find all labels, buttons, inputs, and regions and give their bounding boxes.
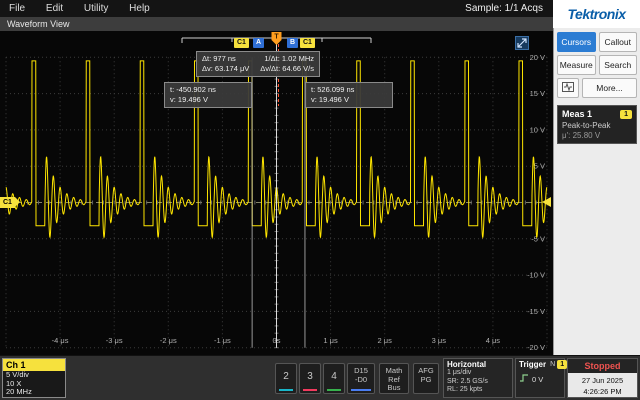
cursor-b-badge[interactable]: B <box>287 38 299 48</box>
y-tick-label: 20 V <box>530 53 545 62</box>
measure-button[interactable]: Measure <box>557 55 596 75</box>
clock-date: 27 Jun 2025 <box>581 376 624 385</box>
trigger-settings[interactable]: Trigger N 1 0 V <box>515 358 568 398</box>
meas-badge: 1 <box>620 109 632 119</box>
x-tick-label: 2 μs <box>378 336 393 345</box>
waveform-display[interactable]: -4 μs-3 μs-2 μs-1 μs0s1 μs2 μs3 μs4 μs20… <box>0 31 553 355</box>
cursor-a-source-badge[interactable]: C1 <box>234 38 249 48</box>
cursor-a-readout[interactable]: t: -450.902 ns v: 19.496 V <box>164 82 252 108</box>
graticule-svg: -4 μs-3 μs-2 μs-1 μs0s1 μs2 μs3 μs4 μs20… <box>5 32 548 352</box>
channel-1-bandwidth: 20 MHz <box>6 387 32 396</box>
waveform-view-header: Waveform View <box>0 17 553 31</box>
x-tick-label: -2 μs <box>160 336 177 345</box>
horizontal-settings[interactable]: Horizontal 1 μs/div SR: 2.5 GS/s RL: 25 … <box>443 358 513 398</box>
digital-label-line2: -D0 <box>354 374 368 384</box>
clock-time: 4:26:26 PM <box>583 387 622 396</box>
trigger-level-arrow[interactable] <box>542 197 551 207</box>
delta-v-value: Δv: 63.174 μV <box>202 64 250 73</box>
channel-4-button[interactable]: 4 <box>323 363 345 394</box>
trigger-mode: N <box>550 361 556 368</box>
bus-label: Bus <box>387 383 401 392</box>
acquisition-state: Stopped <box>584 361 621 371</box>
menu-utility[interactable]: Utility <box>75 0 117 17</box>
cursor-b-voltage: v: 19.496 V <box>311 95 349 104</box>
more-button[interactable]: More... <box>582 78 637 98</box>
cursor-a-badge[interactable]: A <box>253 38 265 48</box>
channel-4-color-strip <box>327 389 341 391</box>
horizontal-record-length: RL: 25 kpts <box>447 386 483 393</box>
oscilloscope-screen: File Edit Utility Help Sample: 1/1 Acqs … <box>0 0 640 400</box>
channel-3-color-strip <box>303 389 317 391</box>
meas-title: Meas 1 <box>562 109 593 119</box>
expand-view-icon[interactable] <box>515 36 529 50</box>
digital-channels-button[interactable]: D15 -D0 <box>347 363 375 394</box>
x-tick-label: -4 μs <box>52 336 69 345</box>
channel-2-color-strip <box>279 389 293 391</box>
y-tick-label: 10 V <box>530 125 545 134</box>
channel-2-label: 2 <box>283 371 289 382</box>
x-tick-label: -3 μs <box>106 336 123 345</box>
sample-status: Sample: 1/1 Acqs <box>465 3 543 14</box>
y-tick-label: -5 V <box>531 234 545 243</box>
channel-1-ground-marker[interactable]: C1 <box>0 197 20 208</box>
horizontal-sample-rate: SR: 2.5 GS/s <box>447 377 488 385</box>
channel-3-button[interactable]: 3 <box>299 363 321 394</box>
trigger-flag-label: T <box>274 34 279 41</box>
scope-display-icon <box>562 82 574 94</box>
acquisition-status[interactable]: Stopped 27 Jun 2025 4:26:26 PM <box>567 358 638 398</box>
meas-value: μ': 25.80 V <box>562 131 601 140</box>
inverse-delta-t-value: 1/Δt: 1.02 MHz <box>264 54 314 63</box>
settings-bar: Ch 1 5 V/div 10 X 20 MHz 2 3 4 D15 -D0 M… <box>0 355 640 400</box>
menu-bar: File Edit Utility Help Sample: 1/1 Acqs <box>0 0 553 17</box>
x-tick-label: 3 μs <box>432 336 447 345</box>
menu-edit[interactable]: Edit <box>37 0 72 17</box>
clock: 27 Jun 2025 4:26:26 PM <box>568 373 637 397</box>
cursors-button[interactable]: Cursors <box>557 32 596 52</box>
callout-button[interactable]: Callout <box>598 32 637 52</box>
scope-display-icon-button[interactable] <box>557 78 579 98</box>
menu-help[interactable]: Help <box>120 0 159 17</box>
pg-label: PG <box>420 374 432 384</box>
channel-2-button[interactable]: 2 <box>275 363 297 394</box>
trigger-flag-pointer <box>271 40 282 45</box>
channel-1-badge[interactable]: Ch 1 5 V/div 10 X 20 MHz <box>2 358 66 398</box>
y-tick-label: 15 V <box>530 89 545 98</box>
channel-3-label: 3 <box>307 371 313 382</box>
y-tick-label: 5 V <box>534 162 545 171</box>
measurement-card[interactable]: Meas 1 1 Peak-to-Peak μ': 25.80 V <box>557 105 637 144</box>
channel-4-label: 4 <box>331 371 337 382</box>
digital-color-strip <box>351 389 371 391</box>
afg-pg-button[interactable]: AFG PG <box>413 363 439 394</box>
delta-v-over-t-value: Δv/Δt: 64.66 V/s <box>260 64 314 73</box>
search-button[interactable]: Search <box>598 55 637 75</box>
waveform-view-title: Waveform View <box>7 19 70 29</box>
trigger-source-badge: 1 <box>557 360 568 369</box>
meas-type: Peak-to-Peak <box>562 121 611 130</box>
cursor-a-time: t: -450.902 ns <box>170 85 216 94</box>
cursor-delta-readout[interactable]: Δt: 977 ns 1/Δt: 1.02 MHz Δv: 63.174 μV … <box>196 51 320 77</box>
y-tick-label: -15 V <box>527 307 545 316</box>
y-tick-label: -10 V <box>527 271 545 280</box>
horizontal-title: Horizontal <box>447 360 487 369</box>
cursor-b-readout[interactable]: t: 526.099 ns v: 19.496 V <box>305 82 393 108</box>
trigger-slope-icon <box>519 373 529 385</box>
trigger-level-value: 0 V <box>532 374 544 384</box>
cursor-a-voltage: v: 19.496 V <box>170 95 208 104</box>
horizontal-scale: 1 μs/div <box>447 369 472 376</box>
cursor-b-source-badge[interactable]: C1 <box>300 38 315 48</box>
delta-t-value: Δt: 977 ns <box>202 54 236 63</box>
x-tick-label: 1 μs <box>323 336 338 345</box>
y-tick-label: -20 V <box>527 343 545 352</box>
x-tick-label: -1 μs <box>214 336 231 345</box>
x-tick-label: 4 μs <box>486 336 501 345</box>
trigger-title: Trigger <box>519 360 547 369</box>
menu-file[interactable]: File <box>0 0 34 17</box>
cursor-b-time: t: 526.099 ns <box>311 85 355 94</box>
math-ref-bus-button[interactable]: Math Ref Bus <box>379 363 409 394</box>
right-control-panel: Cursors Callout Measure Search More... M… <box>553 28 640 355</box>
tektronix-logo: Tektronix <box>553 0 640 28</box>
